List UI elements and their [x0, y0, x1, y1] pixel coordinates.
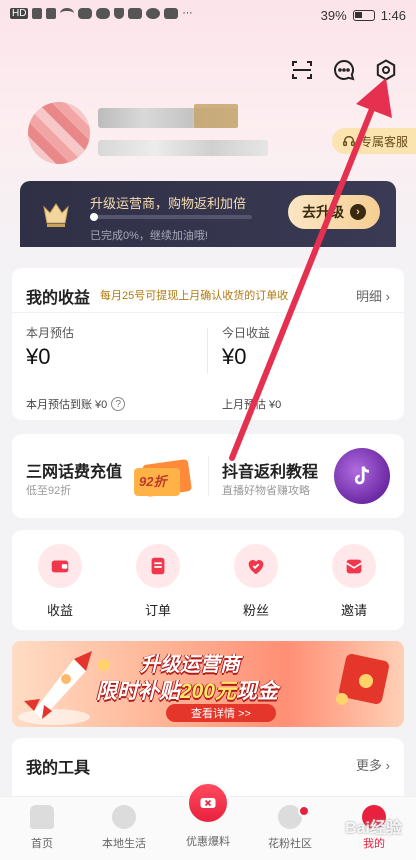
home-icon: [30, 805, 54, 829]
upgrade-button-label: 去升级: [302, 204, 344, 220]
hd-indicator: HD: [10, 8, 29, 19]
clock: 1:46: [380, 8, 406, 23]
message-icon[interactable]: [330, 56, 358, 84]
earnings-title: 我的收益: [26, 290, 91, 307]
user-id-blurred: [98, 140, 268, 156]
status-icons: HD ⋯: [10, 8, 192, 19]
promo-subtitle: 直播好物省赚攻略: [222, 485, 310, 497]
banner-details-label: 查看详情 >>: [191, 708, 251, 720]
scan-icon[interactable]: [288, 56, 316, 84]
grid-label: 订单: [144, 603, 171, 618]
crown-icon: [43, 203, 69, 227]
customer-service-button[interactable]: 专属客服: [331, 128, 416, 154]
discount-ticket-icon: 92折: [134, 459, 192, 497]
promo-badge: 92折: [139, 474, 168, 489]
headset-icon: [343, 135, 355, 147]
upgrade-button[interactable]: 去升级 ›: [288, 195, 380, 229]
status-right: 39% 1:46: [321, 8, 406, 23]
promo-title: 抖音返利教程: [222, 464, 319, 481]
tools-more-link[interactable]: 更多 ›: [356, 755, 390, 774]
earnings-note: 每月25号可提现上月确认收货的订单收: [100, 290, 289, 302]
nav-label: 优惠爆料: [186, 836, 230, 848]
grid-item-invite[interactable]: 邀请: [324, 544, 384, 619]
earnings-detail-label: 明细: [356, 289, 383, 304]
upgrade-progress-text: 已完成0%，继续加油哦!: [90, 230, 208, 242]
banner-subtitle: 限时补贴200元现金: [96, 675, 278, 705]
quick-actions-card: 收益 订单 粉丝 邀请: [12, 530, 404, 630]
nav-home[interactable]: 首页: [2, 805, 82, 851]
app3-icon: [164, 8, 179, 19]
heart-icon: [234, 544, 278, 588]
signal-icon: [32, 8, 43, 19]
grid-item-orders[interactable]: 订单: [128, 544, 188, 619]
upgrade-banner[interactable]: 升级运营商，购物返利加倍 已完成0%，继续加油哦! 去升级 ›: [20, 181, 396, 247]
grid-label: 邀请: [340, 603, 367, 618]
status-bar: HD ⋯ 39% 1:46: [0, 0, 416, 32]
grid-label: 粉丝: [242, 603, 269, 618]
app-icon: [78, 8, 93, 19]
douyin-logo-icon: [334, 448, 390, 504]
wallet-icon: [38, 544, 82, 588]
chevron-right-icon: ›: [385, 289, 390, 304]
shield-icon: [114, 8, 125, 19]
nav-label: 首页: [31, 838, 53, 850]
month-estimate-label: 本月预估: [26, 326, 75, 340]
more-dots-icon: ⋯: [182, 8, 193, 19]
deals-center-button[interactable]: [186, 781, 230, 825]
banner-highlight: 200元: [180, 680, 237, 703]
app2-icon: [128, 8, 143, 19]
divider: [207, 328, 208, 374]
upgrade-progress-bar: [90, 215, 252, 219]
music-icon: [146, 8, 161, 19]
red-envelope-icon: [336, 654, 389, 705]
promo-title: 三网话费充值: [26, 464, 123, 481]
month-settle-text: 本月预估到账 ¥0: [26, 399, 108, 411]
divider: [12, 312, 404, 313]
avatar[interactable]: [28, 102, 90, 164]
last-month-settle-text: 上月预估 ¥0: [222, 399, 282, 411]
upgrade-promo-banner[interactable]: 升级运营商 限时补贴200元现金 查看详情 >>: [12, 641, 404, 727]
nav-label: 本地生活: [102, 838, 146, 850]
upgrade-title: 升级运营商，购物返利加倍: [90, 196, 247, 211]
battery-percent: 39%: [320, 8, 347, 23]
month-estimate-value: ¥0: [26, 344, 51, 369]
watermark-text: Bai经验: [345, 820, 402, 837]
ticket-icon: [200, 798, 216, 808]
grid-item-fans[interactable]: 粉丝: [226, 544, 286, 619]
promo-card: 三网话费充值 低至92折 92折 抖音返利教程 直播好物省赚攻略: [12, 434, 404, 518]
upgrade-progress-knob: [90, 213, 98, 221]
signal2-icon: [46, 8, 57, 19]
level-badge-blurred: [194, 104, 238, 128]
divider: [208, 456, 209, 496]
grid-item-earnings[interactable]: 收益: [30, 544, 90, 619]
cloud-icon: [96, 8, 111, 19]
tools-title: 我的工具: [26, 760, 91, 777]
earnings-detail-link[interactable]: 明细 ›: [356, 286, 390, 305]
invite-icon: [332, 544, 376, 588]
grid-label: 收益: [46, 603, 73, 618]
banner-subtitle-suffix: 现金: [236, 680, 279, 703]
banner-subtitle-prefix: 限时补贴: [96, 680, 180, 703]
chevron-right-icon: ›: [350, 204, 366, 220]
chevron-right-icon: ›: [385, 758, 390, 773]
settings-icon[interactable]: [372, 56, 400, 84]
today-earnings-label: 今日收益: [222, 326, 271, 340]
wifi-icon: [60, 8, 75, 19]
order-icon: [136, 544, 180, 588]
earnings-card: 我的收益 每月25号可提现上月确认收货的订单收 明细 › 本月预估 ¥0 今日收…: [12, 268, 404, 420]
banner-details-button[interactable]: 查看详情 >>: [166, 704, 276, 722]
nav-local-life[interactable]: 本地生活: [84, 805, 164, 851]
promo-subtitle: 低至92折: [26, 485, 72, 497]
lightning-icon: [112, 805, 136, 829]
banner-title: 升级运营商: [140, 654, 240, 676]
baidu-watermark: Bai经验: [288, 800, 408, 852]
help-icon[interactable]: ?: [111, 397, 126, 411]
customer-service-label: 专属客服: [359, 134, 408, 149]
month-settle-row: 本月预估到账 ¥0 ?: [26, 396, 126, 412]
today-earnings-value: ¥0: [222, 344, 247, 369]
tools-more-label: 更多: [356, 758, 383, 773]
battery-icon: [352, 10, 375, 21]
